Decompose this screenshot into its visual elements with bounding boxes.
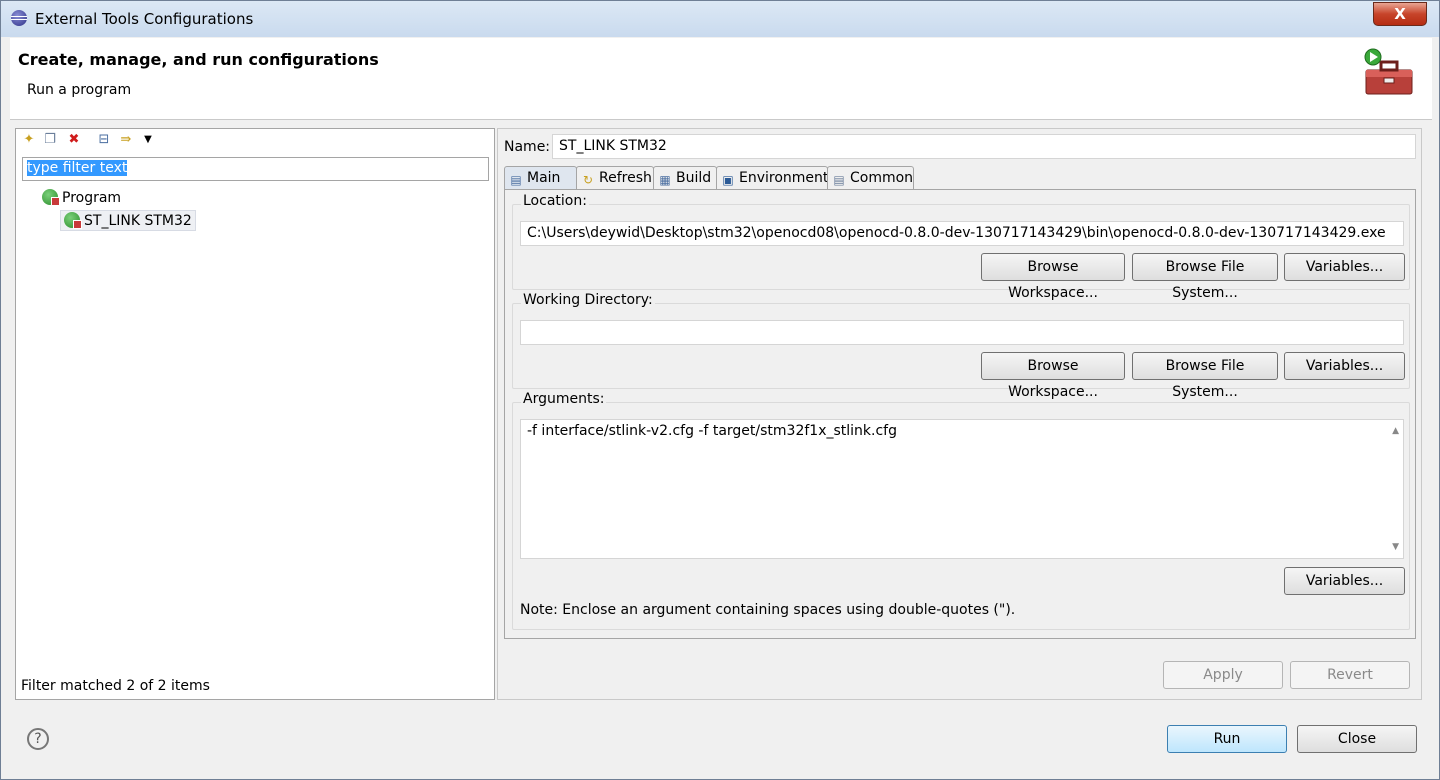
tab-common[interactable]: ▤ Common bbox=[827, 166, 914, 190]
scroll-down-icon[interactable]: ▼ bbox=[1392, 542, 1399, 552]
configuration-editor: Name: ST_LINK STM32 ▤ Main ↻ Refresh ▦ Buil… bbox=[497, 128, 1422, 700]
tab-environment[interactable]: ▣ Environment bbox=[716, 166, 828, 190]
run-button[interactable]: Run bbox=[1167, 725, 1287, 753]
toolbox-run-icon bbox=[1364, 48, 1413, 95]
name-label: Name: bbox=[504, 139, 551, 155]
revert-button[interactable]: Revert bbox=[1290, 661, 1410, 689]
dialog-subheading: Run a program bbox=[27, 82, 132, 98]
dialog-heading: Create, manage, and run configurations bbox=[18, 50, 379, 69]
workdir-browse-workspace-button[interactable]: Browse Workspace... bbox=[981, 352, 1125, 400]
help-icon[interactable]: ? bbox=[27, 728, 49, 750]
filter-placeholder: type filter text bbox=[27, 160, 128, 176]
location-browse-filesystem-button[interactable]: Browse File System... bbox=[1132, 253, 1278, 301]
external-tools-dialog: External Tools Configurations X Create, … bbox=[0, 0, 1440, 780]
tree-toolbar: ✦ ❐ ✖ ⊟ ⇛ ▼ bbox=[16, 129, 494, 151]
refresh-icon: ↻ bbox=[582, 173, 594, 187]
common-icon: ▤ bbox=[833, 173, 845, 187]
apply-button[interactable]: Apply bbox=[1163, 661, 1283, 689]
working-directory-label: Working Directory: bbox=[521, 292, 655, 308]
window-title: External Tools Configurations bbox=[35, 10, 254, 28]
delete-icon[interactable]: ✖ bbox=[66, 132, 82, 148]
title-bar: External Tools Configurations X bbox=[1, 1, 1439, 37]
new-config-icon[interactable]: ✦ bbox=[21, 132, 37, 148]
build-icon: ▦ bbox=[659, 173, 671, 187]
tab-build[interactable]: ▦ Build bbox=[653, 166, 717, 190]
filter-input[interactable]: type filter text bbox=[22, 157, 489, 181]
arguments-variables-button[interactable]: Variables... bbox=[1284, 567, 1405, 595]
workdir-browse-filesystem-button[interactable]: Browse File System... bbox=[1132, 352, 1278, 400]
configuration-tree-panel: ✦ ❐ ✖ ⊟ ⇛ ▼ type filter text Program ST_… bbox=[15, 128, 495, 700]
duplicate-icon[interactable]: ❐ bbox=[42, 132, 58, 148]
collapse-all-icon[interactable]: ⊟ bbox=[96, 132, 112, 148]
tab-label: Environment bbox=[739, 170, 829, 186]
location-variables-button[interactable]: Variables... bbox=[1284, 253, 1405, 281]
tab-label: Build bbox=[676, 170, 712, 186]
location-label: Location: bbox=[521, 193, 589, 209]
environment-icon: ▣ bbox=[722, 173, 734, 187]
view-menu-icon[interactable]: ▼ bbox=[140, 132, 156, 148]
eclipse-app-icon bbox=[11, 10, 27, 26]
launch-config-icon bbox=[64, 212, 82, 229]
location-browse-workspace-button[interactable]: Browse Workspace... bbox=[981, 253, 1125, 301]
location-group: Location: C:\Users\deywid\Desktop\stm32\… bbox=[512, 193, 1410, 301]
tree-item-label: Program bbox=[62, 190, 122, 206]
main-tab-icon: ▤ bbox=[510, 173, 522, 187]
tab-refresh[interactable]: ↻ Refresh bbox=[576, 166, 654, 190]
tree-item-st-link-stm32[interactable]: ST_LINK STM32 bbox=[60, 210, 196, 231]
window-close-button[interactable]: X bbox=[1373, 2, 1427, 26]
filter-icon[interactable]: ⇛ bbox=[118, 132, 134, 148]
tab-label: Common bbox=[850, 170, 914, 186]
name-field[interactable]: ST_LINK STM32 bbox=[552, 134, 1416, 159]
tree-item-program[interactable]: Program bbox=[42, 189, 121, 206]
arguments-textarea[interactable]: -f interface/stlink-v2.cfg -f target/stm… bbox=[520, 419, 1404, 559]
tab-label: Refresh bbox=[599, 170, 652, 186]
working-directory-field[interactable] bbox=[520, 320, 1404, 345]
location-field[interactable]: C:\Users\deywid\Desktop\stm32\openocd08\… bbox=[520, 221, 1404, 246]
arguments-text: -f interface/stlink-v2.cfg -f target/stm… bbox=[527, 423, 897, 439]
filter-status: Filter matched 2 of 2 items bbox=[21, 678, 210, 694]
main-tab-body: Location: C:\Users\deywid\Desktop\stm32\… bbox=[504, 189, 1416, 639]
arguments-group: Arguments: -f interface/stlink-v2.cfg -f… bbox=[512, 391, 1410, 630]
workdir-variables-button[interactable]: Variables... bbox=[1284, 352, 1405, 380]
arguments-note: Note: Enclose an argument containing spa… bbox=[520, 602, 1016, 618]
arguments-label: Arguments: bbox=[521, 391, 607, 407]
tree-item-label: ST_LINK STM32 bbox=[84, 213, 192, 229]
tab-main[interactable]: ▤ Main bbox=[504, 166, 577, 190]
close-button[interactable]: Close bbox=[1297, 725, 1417, 753]
scroll-up-icon[interactable]: ▲ bbox=[1392, 426, 1399, 436]
program-icon bbox=[42, 189, 60, 206]
tab-label: Main bbox=[527, 170, 561, 186]
dialog-header: Create, manage, and run configurations R… bbox=[10, 38, 1432, 120]
working-directory-group: Working Directory: Browse Workspace... B… bbox=[512, 292, 1410, 400]
